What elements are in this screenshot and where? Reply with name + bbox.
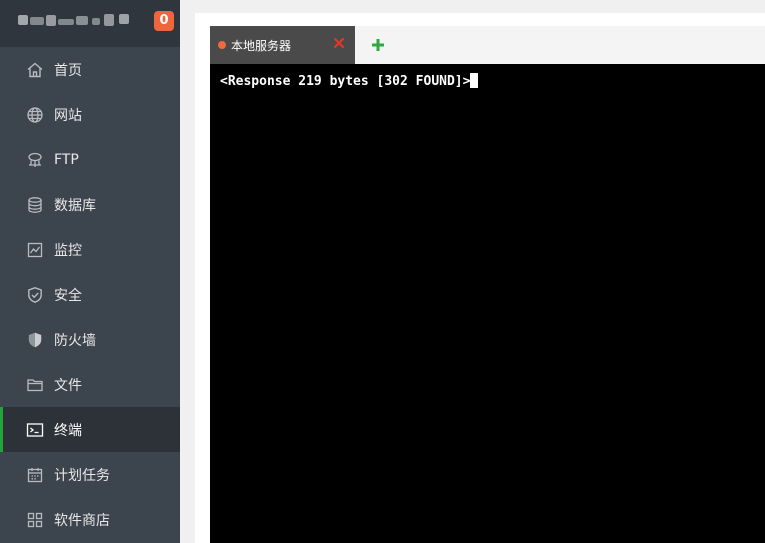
home-icon <box>26 61 44 79</box>
folder-icon <box>26 376 44 394</box>
sidebar-item-security[interactable]: 安全 <box>0 272 180 317</box>
sidebar-item-database[interactable]: 数据库 <box>0 182 180 227</box>
terminal-output-line: <Response 219 bytes [302 FOUND]> <box>220 73 479 89</box>
sidebar-item-label: 安全 <box>54 287 82 304</box>
sidebar-item-label: FTP <box>54 151 79 168</box>
sidebar-header: 0 <box>0 0 180 47</box>
sidebar-item-label: 网站 <box>54 107 82 124</box>
close-icon[interactable] <box>332 36 346 50</box>
database-icon <box>26 196 44 214</box>
terminal-output-text: <Response 219 bytes [302 FOUND]> <box>220 74 471 89</box>
globe-icon <box>26 106 44 124</box>
calendar-icon <box>26 466 44 484</box>
sidebar-item-label: 计划任务 <box>54 467 110 484</box>
sidebar-item-website[interactable]: 网站 <box>0 92 180 137</box>
terminal-tab-bar: 本地服务器 <box>210 26 765 64</box>
notification-badge[interactable]: 0 <box>154 11 174 31</box>
sidebar-item-firewall[interactable]: 防火墙 <box>0 317 180 362</box>
sidebar-item-monitor[interactable]: 监控 <box>0 227 180 272</box>
server-name-blurred <box>18 11 138 29</box>
sidebar-nav: 首页 网站 FTP 数据库 监控 安全 防火墙 文件 终端 计划任务 软件商店 <box>0 47 180 542</box>
add-tab-plus-icon[interactable] <box>370 37 386 53</box>
tab-label: 本地服务器 <box>231 38 292 53</box>
sidebar-item-ftp[interactable]: FTP <box>0 137 180 182</box>
sidebar-item-app-store[interactable]: 软件商店 <box>0 497 180 542</box>
tab-local-server[interactable]: 本地服务器 <box>210 26 355 64</box>
connection-status-dot <box>218 41 226 49</box>
monitor-icon <box>26 241 44 259</box>
main-panel: 本地服务器 <Response 219 bytes [302 FOUND]> <box>195 13 765 543</box>
sidebar: 0 首页 网站 FTP 数据库 监控 安全 防火墙 文件 终端 计划任务 软件商… <box>0 0 180 543</box>
sidebar-item-label: 终端 <box>54 422 82 439</box>
sidebar-item-home[interactable]: 首页 <box>0 47 180 92</box>
sidebar-item-label: 防火墙 <box>54 332 96 349</box>
sidebar-item-label: 软件商店 <box>54 512 110 529</box>
sidebar-item-label: 首页 <box>54 62 82 79</box>
terminal-icon <box>26 421 44 439</box>
terminal-cursor <box>470 73 479 88</box>
terminal-screen[interactable]: <Response 219 bytes [302 FOUND]> <box>210 64 765 543</box>
ftp-icon <box>26 151 44 169</box>
sidebar-item-files[interactable]: 文件 <box>0 362 180 407</box>
sidebar-item-terminal[interactable]: 终端 <box>0 407 180 452</box>
shield-check-icon <box>26 286 44 304</box>
firewall-shield-icon <box>26 331 44 349</box>
apps-grid-icon <box>26 511 44 529</box>
sidebar-item-label: 数据库 <box>54 197 96 214</box>
sidebar-item-cron[interactable]: 计划任务 <box>0 452 180 497</box>
sidebar-item-label: 文件 <box>54 377 82 394</box>
sidebar-item-label: 监控 <box>54 242 82 259</box>
